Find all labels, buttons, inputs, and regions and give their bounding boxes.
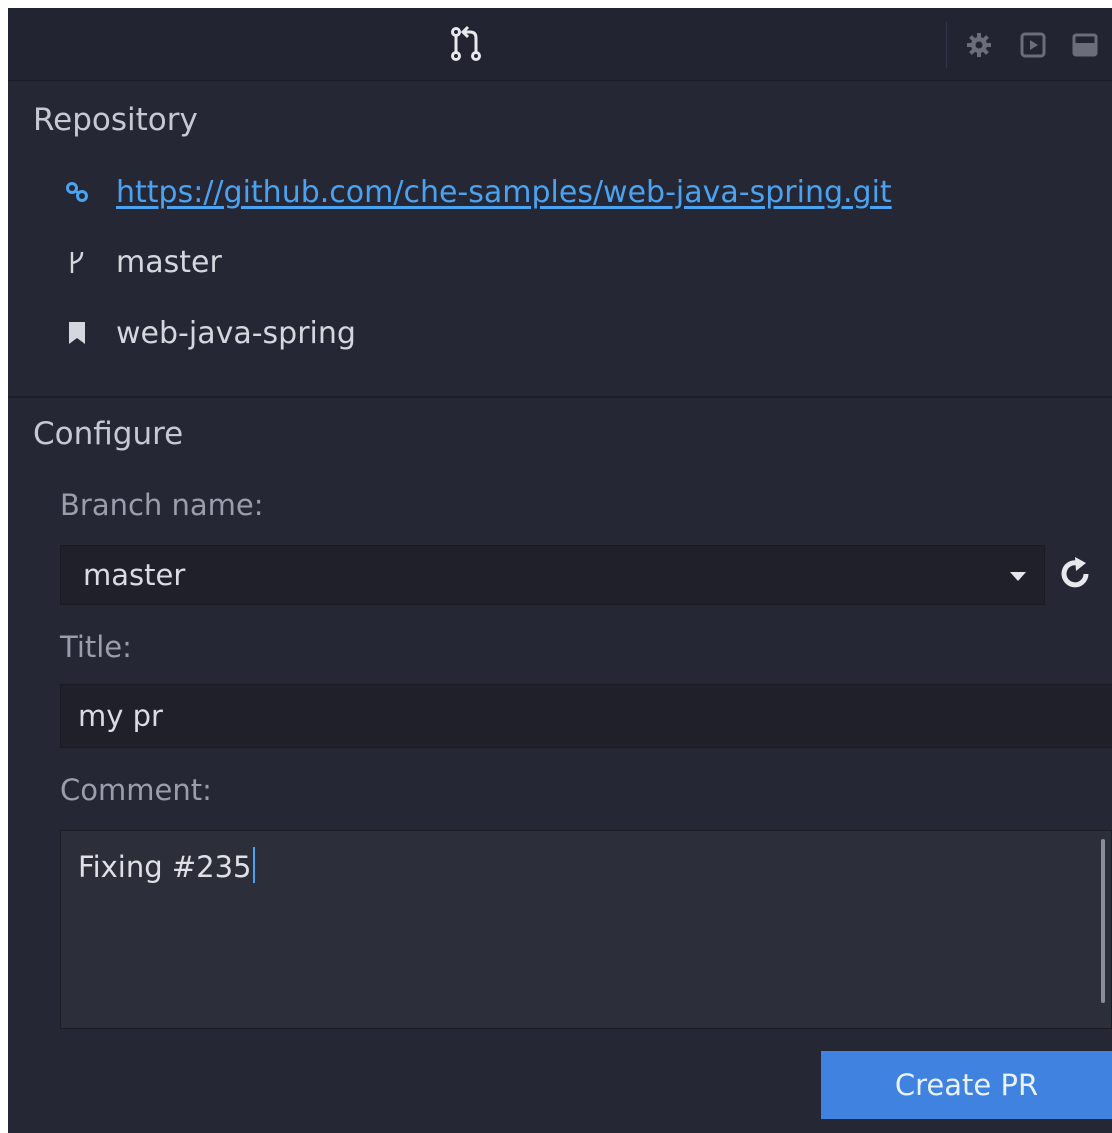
- gear-icon[interactable]: [966, 32, 992, 58]
- pull-request-panel: Repository https://github.com/che-sample…: [8, 8, 1112, 1133]
- repository-branch-row: master: [64, 240, 222, 284]
- repository-project: web-java-spring: [116, 315, 356, 351]
- toolbar-separator: [946, 22, 947, 68]
- link-icon: [64, 179, 90, 205]
- panel-toolbar: [8, 8, 1112, 81]
- title-label: Title:: [60, 630, 132, 664]
- repository-section-title: Repository: [33, 102, 198, 138]
- branch-name-label: Branch name:: [60, 488, 264, 522]
- title-input-value: my pr: [78, 699, 163, 733]
- play-icon[interactable]: [1020, 32, 1046, 58]
- repository-project-row: web-java-spring: [64, 311, 356, 355]
- title-input[interactable]: my pr: [60, 684, 1112, 748]
- chevron-down-icon[interactable]: [1010, 572, 1026, 581]
- branch-name-select[interactable]: master: [60, 545, 1045, 605]
- comment-text: Fixing #235: [78, 850, 252, 884]
- repository-url-row: https://github.com/che-samples/web-java-…: [64, 170, 892, 214]
- repository-url-link[interactable]: https://github.com/che-samples/web-java-…: [116, 175, 892, 210]
- branch-icon: [64, 249, 90, 275]
- comment-textarea-value: Fixing #235: [78, 847, 255, 884]
- create-pr-button[interactable]: Create PR: [821, 1051, 1112, 1119]
- comment-label: Comment:: [60, 773, 212, 807]
- branch-name-value: master: [83, 558, 186, 592]
- pull-request-icon: [446, 24, 486, 64]
- comment-scrollbar[interactable]: [1101, 839, 1105, 1003]
- bookmark-icon: [64, 320, 90, 346]
- comment-textarea[interactable]: Fixing #235: [60, 830, 1112, 1029]
- refresh-icon[interactable]: [1056, 554, 1096, 594]
- configure-section-title: Configure: [33, 416, 184, 452]
- text-cursor: [252, 847, 255, 883]
- section-divider: [8, 396, 1112, 398]
- panel-icon[interactable]: [1072, 32, 1098, 58]
- repository-branch: master: [116, 244, 222, 280]
